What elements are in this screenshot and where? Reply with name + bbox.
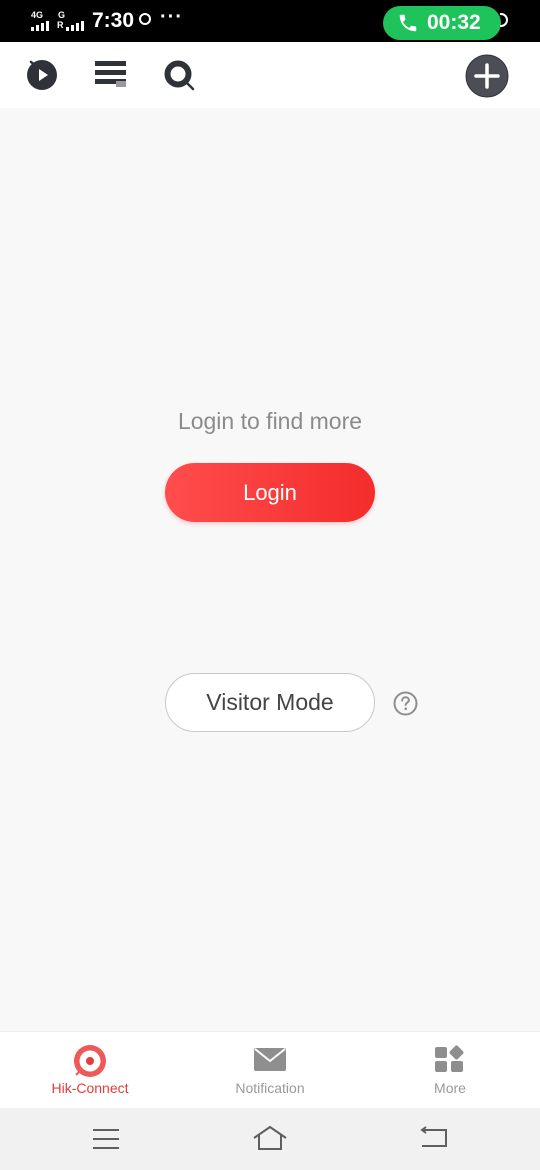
home-icon[interactable] [252, 1124, 288, 1152]
call-timer: 00:32 [427, 11, 481, 34]
tab-more-label: More [434, 1080, 466, 1096]
roaming-indicator: R [57, 20, 64, 30]
hik-connect-icon [74, 1045, 106, 1077]
bottom-navigation: Hik-Connect Notification More [0, 1031, 540, 1108]
tab-notification-label: Notification [235, 1080, 305, 1096]
more-notifications-indicator: ··· [160, 6, 183, 28]
ongoing-call-pill[interactable]: 00:32 [383, 6, 501, 40]
status-time: 7:30 [92, 9, 135, 32]
menu-icon[interactable] [92, 1128, 120, 1150]
status-bar: 4G G R 7:30 ··· 00:32 [0, 0, 540, 42]
login-prompt: Login to find more [177, 408, 363, 434]
tab-hik-connect-label: Hik-Connect [51, 1080, 129, 1096]
playback-icon[interactable] [24, 56, 60, 92]
tab-notification[interactable]: Notification [180, 1032, 360, 1109]
list-view-icon[interactable] [94, 59, 128, 91]
signal-bars-2-icon [66, 21, 84, 31]
visitor-mode-button[interactable]: Visitor Mode [165, 673, 375, 732]
network-type-2: G [58, 10, 66, 20]
tab-more[interactable]: More [360, 1032, 540, 1109]
network-type-1: 4G [31, 10, 44, 20]
search-icon[interactable] [162, 58, 198, 94]
more-grid-icon [435, 1045, 464, 1072]
add-device-icon[interactable] [465, 54, 509, 98]
battery-icon [500, 13, 508, 27]
signal-bars-1-icon [31, 21, 49, 31]
help-icon[interactable] [393, 691, 418, 716]
top-toolbar [0, 42, 540, 108]
back-icon[interactable] [420, 1126, 448, 1150]
mail-icon [254, 1048, 286, 1071]
whatsapp-icon [139, 13, 151, 25]
login-button[interactable]: Login [165, 463, 375, 522]
phone-icon [399, 14, 417, 32]
system-navigation-bar [0, 1108, 540, 1170]
tab-hik-connect[interactable]: Hik-Connect [0, 1032, 180, 1109]
